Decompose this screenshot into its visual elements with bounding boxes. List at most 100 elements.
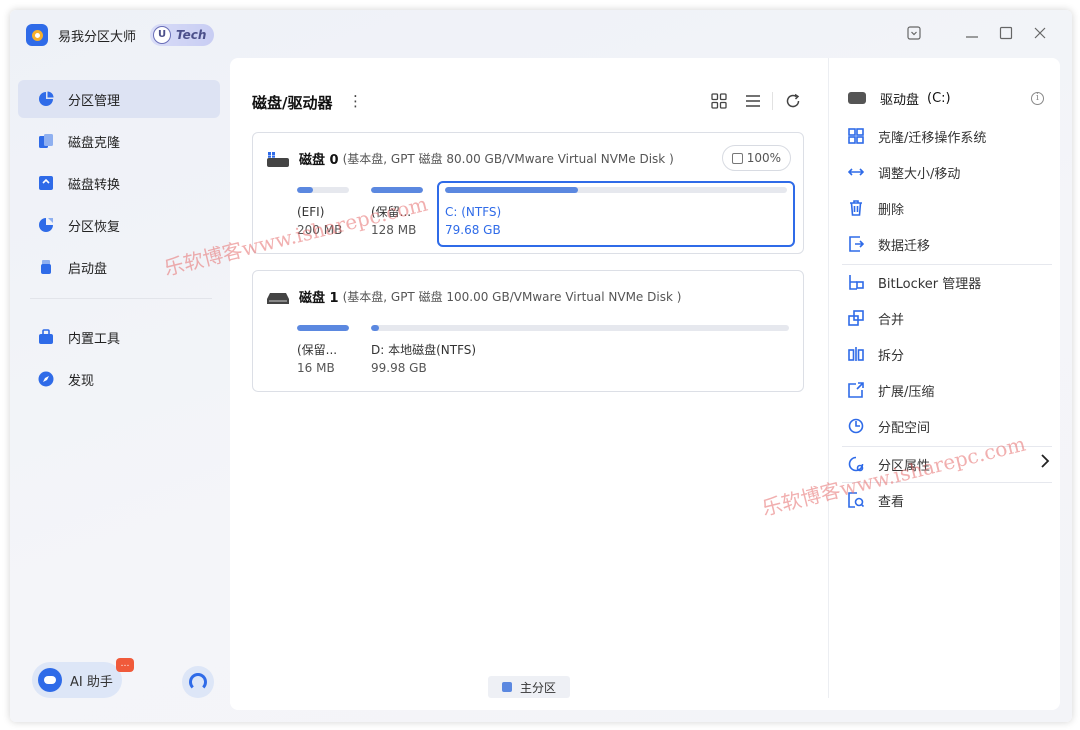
ai-assistant-label: AI 助手 <box>70 674 113 690</box>
toolbox-icon <box>38 329 54 345</box>
sidebar-item-label: 内置工具 <box>68 331 121 347</box>
disk-icon <box>267 290 289 304</box>
action-delete[interactable]: 删除 <box>842 190 1056 226</box>
disk-card-1[interactable]: 磁盘 1 (基本盘, GPT 磁盘 100.00 GB/VMware Virtu… <box>252 270 804 392</box>
partition-c[interactable]: C: (NTFS) 79.68 GB <box>437 181 795 247</box>
allocate-icon <box>848 418 864 434</box>
action-bitlocker[interactable]: BitLocker 管理器 <box>842 264 1056 300</box>
sidebar: 分区管理 磁盘克隆 磁盘转换 分区恢复 启动盘 内置工具 发现 AI 助手 … <box>10 70 230 720</box>
panel-divider <box>828 58 829 698</box>
sidebar-item-label: 发现 <box>68 373 95 389</box>
sidebar-item-label: 磁盘克隆 <box>68 135 121 151</box>
usage-bar <box>371 325 789 331</box>
action-label: 删除 <box>878 202 905 218</box>
migrate-os-icon <box>848 128 864 144</box>
chat-badge: … <box>116 658 134 672</box>
sidebar-item-label: 分区恢复 <box>68 219 121 235</box>
action-data-migration[interactable]: 数据迁移 <box>842 226 1056 262</box>
sidebar-item-label: 启动盘 <box>68 261 108 277</box>
trash-icon <box>848 200 864 216</box>
usb-icon <box>38 259 54 275</box>
usage-bar <box>297 325 349 331</box>
grid-view-icon[interactable] <box>710 92 728 110</box>
pie-chart-icon <box>38 91 54 107</box>
resize-icon <box>847 164 865 180</box>
action-label: 分配空间 <box>878 420 931 436</box>
tech-badge-label: Tech <box>176 28 207 42</box>
usage-bar <box>445 187 787 193</box>
health-badge[interactable]: 100% <box>721 145 791 171</box>
sidebar-item-built-in-tools[interactable]: 内置工具 <box>18 318 220 356</box>
support-button[interactable] <box>182 666 214 698</box>
partition-size: 79.68 GB <box>445 223 501 237</box>
action-label: 拆分 <box>878 348 905 364</box>
minimize-icon[interactable] <box>962 25 982 45</box>
app-title: 易我分区大师 <box>58 30 137 45</box>
tech-badge: U Tech <box>150 24 215 46</box>
refresh-icon[interactable] <box>784 92 802 110</box>
sidebar-item-partition-recovery[interactable]: 分区恢复 <box>18 206 220 244</box>
usage-bar <box>297 187 349 193</box>
convert-icon <box>38 175 54 191</box>
action-label: 查看 <box>878 494 905 510</box>
action-split[interactable]: 拆分 <box>842 336 1056 372</box>
chevron-right-icon <box>1040 454 1050 472</box>
bitlocker-icon <box>848 274 864 290</box>
app-logo-icon <box>26 24 48 46</box>
action-label: 克隆/迁移操作系统 <box>878 130 987 146</box>
partition-label: C: (NTFS) <box>445 205 502 219</box>
legend-label: 主分区 <box>520 680 557 695</box>
recovery-icon <box>38 217 54 233</box>
sidebar-item-label: 磁盘转换 <box>68 177 121 193</box>
menu-dropdown-icon[interactable] <box>904 25 924 45</box>
action-resize-move[interactable]: 调整大小/移动 <box>842 154 1056 190</box>
partition-size: 99.98 GB <box>371 361 427 375</box>
action-clone-os[interactable]: 克隆/迁移操作系统 <box>842 118 1056 154</box>
health-icon <box>731 152 743 164</box>
data-migration-icon <box>848 236 865 252</box>
action-label: 调整大小/移动 <box>878 166 961 182</box>
disk-header: 磁盘 0 (基本盘, GPT 磁盘 80.00 GB/VMware Virtua… <box>267 149 674 168</box>
partition-reserved[interactable]: (保留... 16 MB <box>297 325 349 377</box>
ai-assistant-button[interactable]: AI 助手 <box>32 662 122 698</box>
disk-name: 磁盘 0 <box>299 153 339 168</box>
partition-size: 16 MB <box>297 361 335 375</box>
disk-info: (基本盘, GPT 磁盘 100.00 GB/VMware Virtual NV… <box>342 290 682 304</box>
disk-header: 磁盘 1 (基本盘, GPT 磁盘 100.00 GB/VMware Virtu… <box>267 287 681 306</box>
more-vertical-icon[interactable]: ⋮ <box>348 92 363 110</box>
health-value: 100% <box>746 151 781 165</box>
drive-header: 驱动盘 (C:) i <box>842 80 1056 116</box>
sidebar-item-disk-convert[interactable]: 磁盘转换 <box>18 164 220 202</box>
drive-icon <box>848 92 866 104</box>
compass-icon <box>38 371 54 387</box>
list-view-icon[interactable] <box>744 92 762 110</box>
action-label: 合并 <box>878 312 905 328</box>
sidebar-item-discover[interactable]: 发现 <box>18 360 220 398</box>
robot-icon <box>38 668 62 692</box>
partition-label: (保留... <box>297 343 338 357</box>
sidebar-divider <box>30 298 212 299</box>
disk-windows-icon <box>267 151 289 167</box>
headset-icon <box>189 673 207 691</box>
disk-name: 磁盘 1 <box>299 291 339 306</box>
sidebar-item-partition-manager[interactable]: 分区管理 <box>18 80 220 118</box>
info-icon[interactable]: i <box>1031 92 1044 105</box>
action-merge[interactable]: 合并 <box>842 300 1056 336</box>
toolbar-divider <box>772 92 773 110</box>
main-panel: 磁盘/驱动器 ⋮ 磁盘 0 (基本盘, GPT 磁盘 80.00 GB/VMwa… <box>230 58 1060 710</box>
close-icon[interactable] <box>1030 25 1050 45</box>
sidebar-item-disk-clone[interactable]: 磁盘克隆 <box>18 122 220 160</box>
drive-label: 驱动盘 <box>880 92 920 108</box>
action-extend-shrink[interactable]: 扩展/压缩 <box>842 372 1056 408</box>
partition-d[interactable]: D: 本地磁盘(NTFS) 99.98 GB <box>371 325 789 377</box>
split-icon <box>848 346 864 362</box>
app-window: 易我分区大师 U Tech 分区管理 磁盘克隆 磁盘转换 分区恢复 启动盘 内置… <box>10 10 1072 722</box>
legend-swatch <box>502 682 512 692</box>
u-logo-icon: U <box>153 26 171 44</box>
maximize-icon[interactable] <box>996 25 1016 45</box>
action-label: 数据迁移 <box>878 238 931 254</box>
clone-icon <box>38 133 54 149</box>
action-label: BitLocker 管理器 <box>878 276 982 292</box>
merge-icon <box>848 310 864 326</box>
partition-label: D: 本地磁盘(NTFS) <box>371 343 477 357</box>
